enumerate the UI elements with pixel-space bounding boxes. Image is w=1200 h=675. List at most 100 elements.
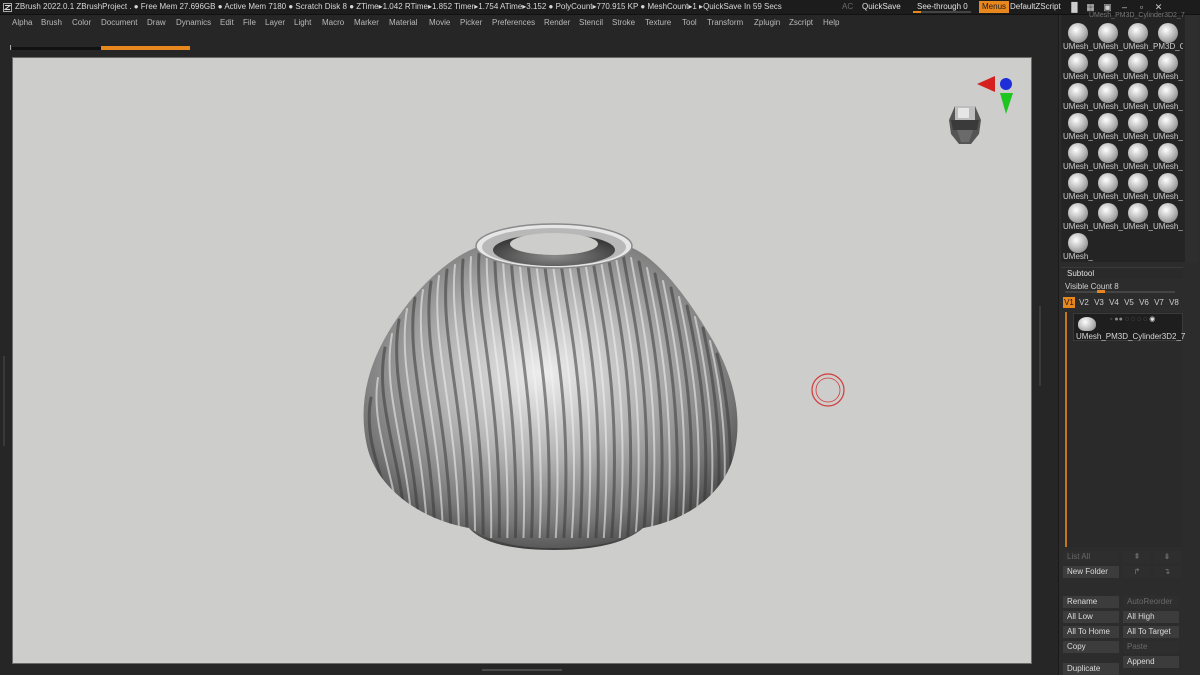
tool-thumb[interactable]: UMesh_ [1123, 21, 1153, 51]
append-button[interactable]: Append [1123, 656, 1179, 668]
menu-file[interactable]: File [243, 18, 256, 27]
menu-zplugin[interactable]: Zplugin [754, 18, 780, 27]
layout-icon[interactable]: ▦ [1085, 3, 1096, 12]
list-all-button[interactable]: List All [1063, 551, 1119, 563]
arrow-down-icon[interactable]: ↴ [1153, 566, 1181, 578]
menu-draw[interactable]: Draw [147, 18, 166, 27]
minimize-icon[interactable]: – [1119, 3, 1130, 12]
tool-thumb[interactable]: UMesh_ [1153, 171, 1183, 201]
default-zscript-button[interactable]: DefaultZScript [1010, 2, 1061, 11]
tool-thumb[interactable]: UMesh_ [1123, 141, 1153, 171]
move-up-icon[interactable]: ⇞ [1123, 551, 1151, 563]
all-to-home-button[interactable]: All To Home [1063, 626, 1119, 638]
menu-preferences[interactable]: Preferences [492, 18, 535, 27]
tool-thumb[interactable]: UMesh_ [1093, 21, 1123, 51]
menu-material[interactable]: Material [389, 18, 417, 27]
menu-stroke[interactable]: Stroke [612, 18, 635, 27]
menu-document[interactable]: Document [101, 18, 137, 27]
all-to-target-button[interactable]: All To Target [1123, 626, 1179, 638]
copy-button[interactable]: Copy [1063, 641, 1119, 653]
tool-thumb[interactable]: UMesh_ [1123, 171, 1153, 201]
maximize-icon[interactable]: ▫ [1136, 3, 1147, 12]
menu-render[interactable]: Render [544, 18, 570, 27]
menu-macro[interactable]: Macro [322, 18, 344, 27]
visible-count-slider[interactable] [1065, 291, 1175, 293]
tool-thumb[interactable]: PM3D_C [1153, 21, 1183, 51]
tool-thumb[interactable]: UMesh_ [1063, 141, 1093, 171]
menu-transform[interactable]: Transform [707, 18, 743, 27]
version-v7-button[interactable]: V7 [1153, 297, 1165, 308]
version-v1-button[interactable]: V1 [1063, 297, 1075, 308]
subtool-item[interactable]: ◦ ●● ◌ ◌ ◌ ◌ ◉ UMesh_PM3D_Cylinder3D2_7 [1073, 313, 1185, 341]
new-folder-button[interactable]: New Folder [1063, 566, 1119, 578]
close-icon[interactable]: ✕ [1153, 3, 1164, 12]
tool-thumb[interactable]: UMesh_ [1123, 111, 1153, 141]
tool-thumb[interactable]: UMesh_ [1063, 21, 1093, 51]
tool-thumb[interactable]: UMesh_ [1093, 171, 1123, 201]
tool-thumb[interactable]: UMesh_ [1063, 231, 1093, 261]
version-v5-button[interactable]: V5 [1123, 297, 1135, 308]
menu-brush[interactable]: Brush [41, 18, 62, 27]
left-tray-handle[interactable] [3, 356, 5, 446]
menu-help[interactable]: Help [823, 18, 839, 27]
menu-color[interactable]: Color [72, 18, 91, 27]
tool-thumb[interactable]: UMesh_ [1063, 171, 1093, 201]
tool-thumb[interactable]: UMesh_ [1123, 51, 1153, 81]
version-v2-button[interactable]: V2 [1078, 297, 1090, 308]
see-through-slider[interactable]: See-through 0 [913, 1, 971, 13]
paste-button[interactable]: Paste [1123, 641, 1179, 653]
right-panel-scroll-strip[interactable] [1185, 15, 1199, 262]
menu-texture[interactable]: Texture [645, 18, 671, 27]
canvas-viewport[interactable] [12, 57, 1032, 664]
menu-light[interactable]: Light [294, 18, 311, 27]
tool-thumb[interactable]: UMesh_ [1153, 81, 1183, 111]
ac-button[interactable]: AC [842, 2, 853, 11]
tool-thumb[interactable]: UMesh_ [1153, 141, 1183, 171]
navigation-gizmo[interactable] [949, 76, 1013, 144]
version-v3-button[interactable]: V3 [1093, 297, 1105, 308]
tool-thumb[interactable]: UMesh_ [1093, 51, 1123, 81]
tool-thumb[interactable]: UMesh_ [1123, 81, 1153, 111]
duplicate-button[interactable]: Duplicate [1063, 663, 1119, 675]
tool-thumb[interactable]: UMesh_ [1093, 201, 1123, 231]
all-low-button[interactable]: All Low [1063, 611, 1119, 623]
menu-movie[interactable]: Movie [429, 18, 450, 27]
lock-layout-icon[interactable]: ▣ [1102, 3, 1113, 12]
tool-thumb[interactable]: UMesh_ [1063, 201, 1093, 231]
menu-tool[interactable]: Tool [682, 18, 697, 27]
menus-toggle-button[interactable]: Menus [979, 1, 1010, 13]
tool-thumb[interactable]: UMesh_ [1063, 111, 1093, 141]
menu-layer[interactable]: Layer [265, 18, 285, 27]
tool-thumb[interactable]: UMesh_ [1153, 51, 1183, 81]
tool-thumb[interactable]: UMesh_ [1063, 81, 1093, 111]
version-v4-button[interactable]: V4 [1108, 297, 1120, 308]
tool-thumb[interactable]: UMesh_ [1093, 81, 1123, 111]
tool-thumb[interactable]: UMesh_ [1123, 201, 1153, 231]
menu-stencil[interactable]: Stencil [579, 18, 603, 27]
tool-thumb[interactable]: UMesh_ [1093, 141, 1123, 171]
rename-button[interactable]: Rename [1063, 596, 1119, 608]
quicksave-button[interactable]: QuickSave [862, 2, 901, 11]
panel-toggle-icon[interactable]: ▐▌ [1068, 3, 1081, 12]
menu-dynamics[interactable]: Dynamics [176, 18, 211, 27]
auto-reorder-button[interactable]: AutoReorder [1123, 596, 1179, 608]
tool-thumb[interactable]: UMesh_ [1093, 111, 1123, 141]
arrow-up-right-icon[interactable]: ↱ [1123, 566, 1151, 578]
menu-picker[interactable]: Picker [460, 18, 482, 27]
menu-edit[interactable]: Edit [220, 18, 234, 27]
right-tray-handle[interactable] [1039, 306, 1041, 386]
version-v8-button[interactable]: V8 [1168, 297, 1180, 308]
visible-count-handle[interactable] [1097, 290, 1105, 293]
menu-alpha[interactable]: Alpha [12, 18, 32, 27]
menu-zscript[interactable]: Zscript [789, 18, 813, 27]
bottom-tray-handle[interactable] [482, 669, 562, 671]
tool-thumb[interactable]: UMesh_ [1153, 201, 1183, 231]
eye-icon[interactable]: ◉ [1149, 316, 1155, 323]
version-v6-button[interactable]: V6 [1138, 297, 1150, 308]
vase-mesh[interactable] [363, 246, 738, 550]
menu-marker[interactable]: Marker [354, 18, 379, 27]
move-down-icon[interactable]: ⇟ [1153, 551, 1181, 563]
gizmo-head[interactable] [949, 106, 981, 144]
tool-thumb[interactable]: UMesh_ [1063, 51, 1093, 81]
tool-thumb[interactable]: UMesh_ [1153, 111, 1183, 141]
